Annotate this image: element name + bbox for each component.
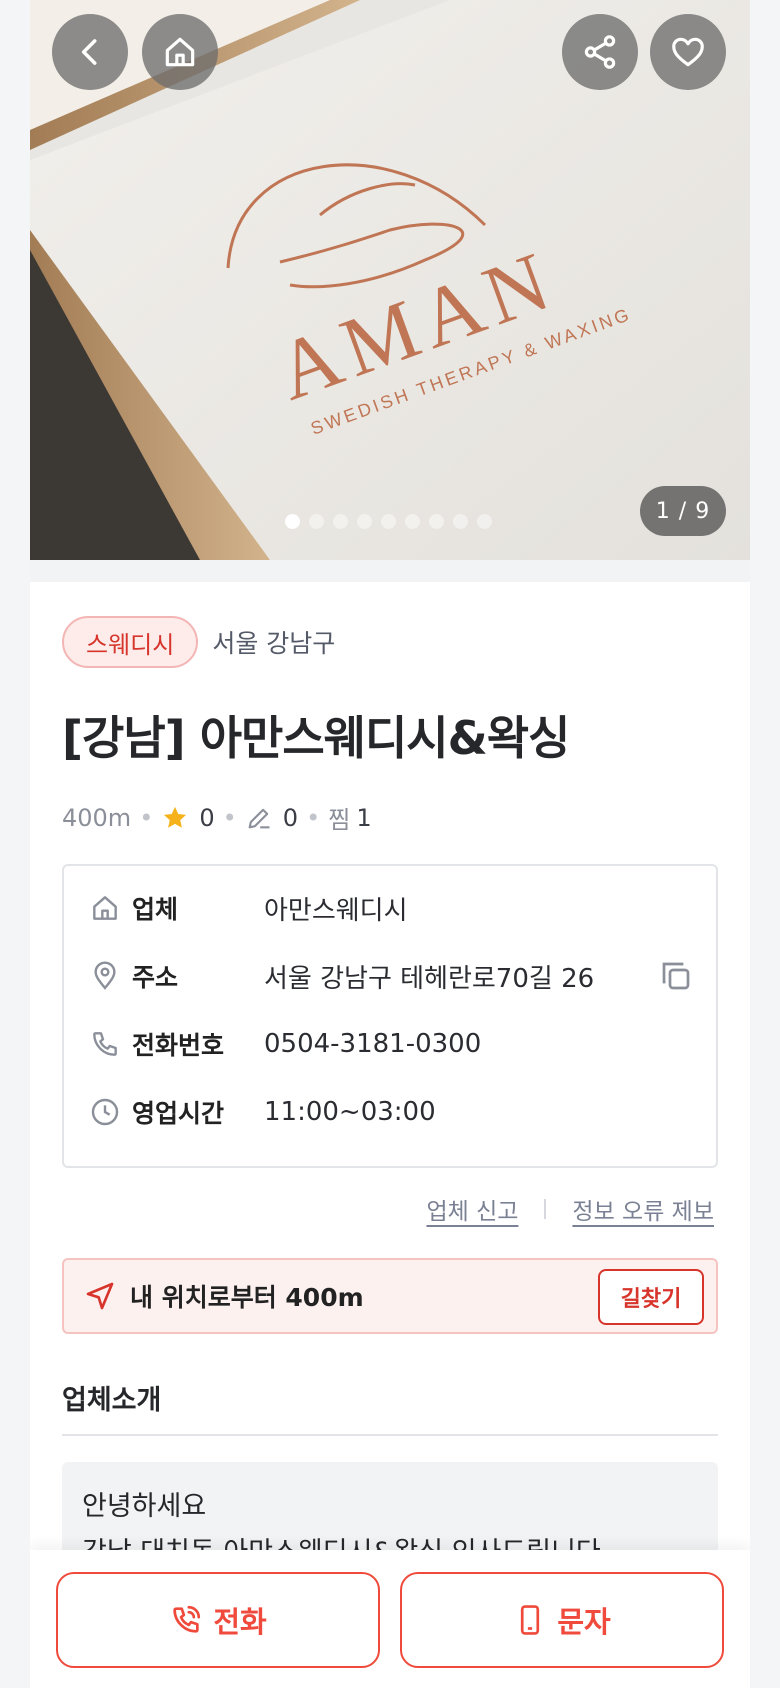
- hero-image-carousel[interactable]: AMAN SWEDISH THERAPY & WAXING 1 / 9: [30, 0, 750, 560]
- report-shop-link[interactable]: 업체 신고: [426, 1192, 518, 1226]
- home-button[interactable]: [142, 14, 218, 90]
- home-icon: [165, 37, 195, 67]
- region-label: 서울 강남구: [212, 629, 336, 658]
- pencil-icon: [248, 808, 270, 828]
- intro-heading: 업체소개: [62, 1385, 162, 1416]
- back-button[interactable]: [52, 14, 128, 90]
- separator-dot: •: [222, 803, 237, 832]
- info-label: 주소: [132, 963, 179, 992]
- info-row-address: 주소 서울 강남구 테헤란로70길 26: [88, 956, 694, 996]
- carousel-dot[interactable]: [333, 514, 348, 529]
- sms-button[interactable]: 문자: [400, 1572, 724, 1668]
- call-label: 전화: [213, 1605, 267, 1639]
- report-error-link[interactable]: 정보 오류 제보: [572, 1192, 714, 1226]
- info-row-business: 업체 아만스웨디시: [88, 888, 694, 928]
- carousel-dot[interactable]: [405, 514, 420, 529]
- shop-stats: 400m • 0 • 0 • 찜 1: [62, 800, 372, 835]
- back-icon: [81, 39, 97, 65]
- hours-value: 11:00~03:00: [264, 1097, 436, 1127]
- distance-label: 400m: [62, 803, 132, 832]
- category-row: 스웨디시 서울 강남구: [62, 616, 335, 668]
- phone-icon: [88, 1027, 122, 1061]
- carousel-dot[interactable]: [381, 514, 396, 529]
- business-name-value: 아만스웨디시: [264, 895, 408, 926]
- wish-label: 찜: [328, 806, 351, 834]
- address-value: 서울 강남구 테헤란로70길 26: [264, 963, 595, 994]
- info-row-phone: 전화번호 0504-3181-0300: [88, 1024, 694, 1064]
- sms-label: 문자: [557, 1605, 611, 1639]
- carousel-dot[interactable]: [453, 514, 468, 529]
- share-icon: [584, 35, 616, 69]
- separator-dot: •: [139, 803, 154, 832]
- page: AMAN SWEDISH THERAPY & WAXING 1 / 9 스웨디시…: [30, 0, 750, 1688]
- carousel-dot[interactable]: [429, 514, 444, 529]
- business-card-photo: AMAN SWEDISH THERAPY & WAXING: [30, 0, 750, 560]
- home-icon: [88, 891, 122, 925]
- share-button[interactable]: [562, 14, 638, 90]
- wishlist-button[interactable]: [650, 14, 726, 90]
- intro-divider: [62, 1434, 718, 1436]
- wish-count: 1: [356, 803, 372, 832]
- mobile-phone-icon: [521, 1605, 540, 1635]
- review-count: 0: [282, 803, 299, 832]
- section-divider: [30, 560, 750, 582]
- directions-button[interactable]: 길찾기: [598, 1269, 704, 1325]
- separator-dot: •: [306, 803, 321, 832]
- distance-from-me: 내 위치로부터 400m: [130, 1283, 364, 1312]
- shop-info-box: 업체 아만스웨디시 주소 서울 강남구 테헤란로70길 26 전화번호 0504…: [62, 864, 718, 1168]
- link-divider: [544, 1199, 547, 1219]
- copy-icon[interactable]: [658, 958, 694, 994]
- carousel-dot[interactable]: [357, 514, 372, 529]
- location-pin-icon: [88, 959, 122, 993]
- info-label: 업체: [132, 895, 179, 924]
- carousel-dot[interactable]: [285, 514, 300, 529]
- navigation-arrow-icon: [86, 1282, 114, 1310]
- carousel-dot[interactable]: [477, 514, 492, 529]
- info-label: 영업시간: [132, 1099, 225, 1128]
- shop-title: [강남] 아만스웨디시&왁싱: [62, 711, 570, 765]
- phone-call-icon: [173, 1605, 201, 1633]
- star-icon: [164, 806, 187, 828]
- carousel-dot[interactable]: [309, 514, 324, 529]
- clock-icon: [88, 1095, 122, 1129]
- info-label: 전화번호: [132, 1031, 225, 1060]
- call-button[interactable]: 전화: [56, 1572, 380, 1668]
- image-counter: 1 / 9: [640, 486, 726, 536]
- intro-line: 안녕하세요: [82, 1491, 207, 1522]
- location-bar: 내 위치로부터 400m 길찾기: [62, 1258, 718, 1334]
- report-links: 업체 신고 정보 오류 제보: [426, 1192, 714, 1226]
- carousel-dots[interactable]: [285, 514, 492, 529]
- bottom-action-bar: 전화 문자: [30, 1550, 750, 1688]
- rating-value: 0: [199, 803, 215, 832]
- heart-icon: [672, 37, 704, 67]
- phone-value[interactable]: 0504-3181-0300: [264, 1029, 481, 1059]
- info-row-hours: 영업시간 11:00~03:00: [88, 1092, 694, 1132]
- category-chip[interactable]: 스웨디시: [62, 616, 199, 668]
